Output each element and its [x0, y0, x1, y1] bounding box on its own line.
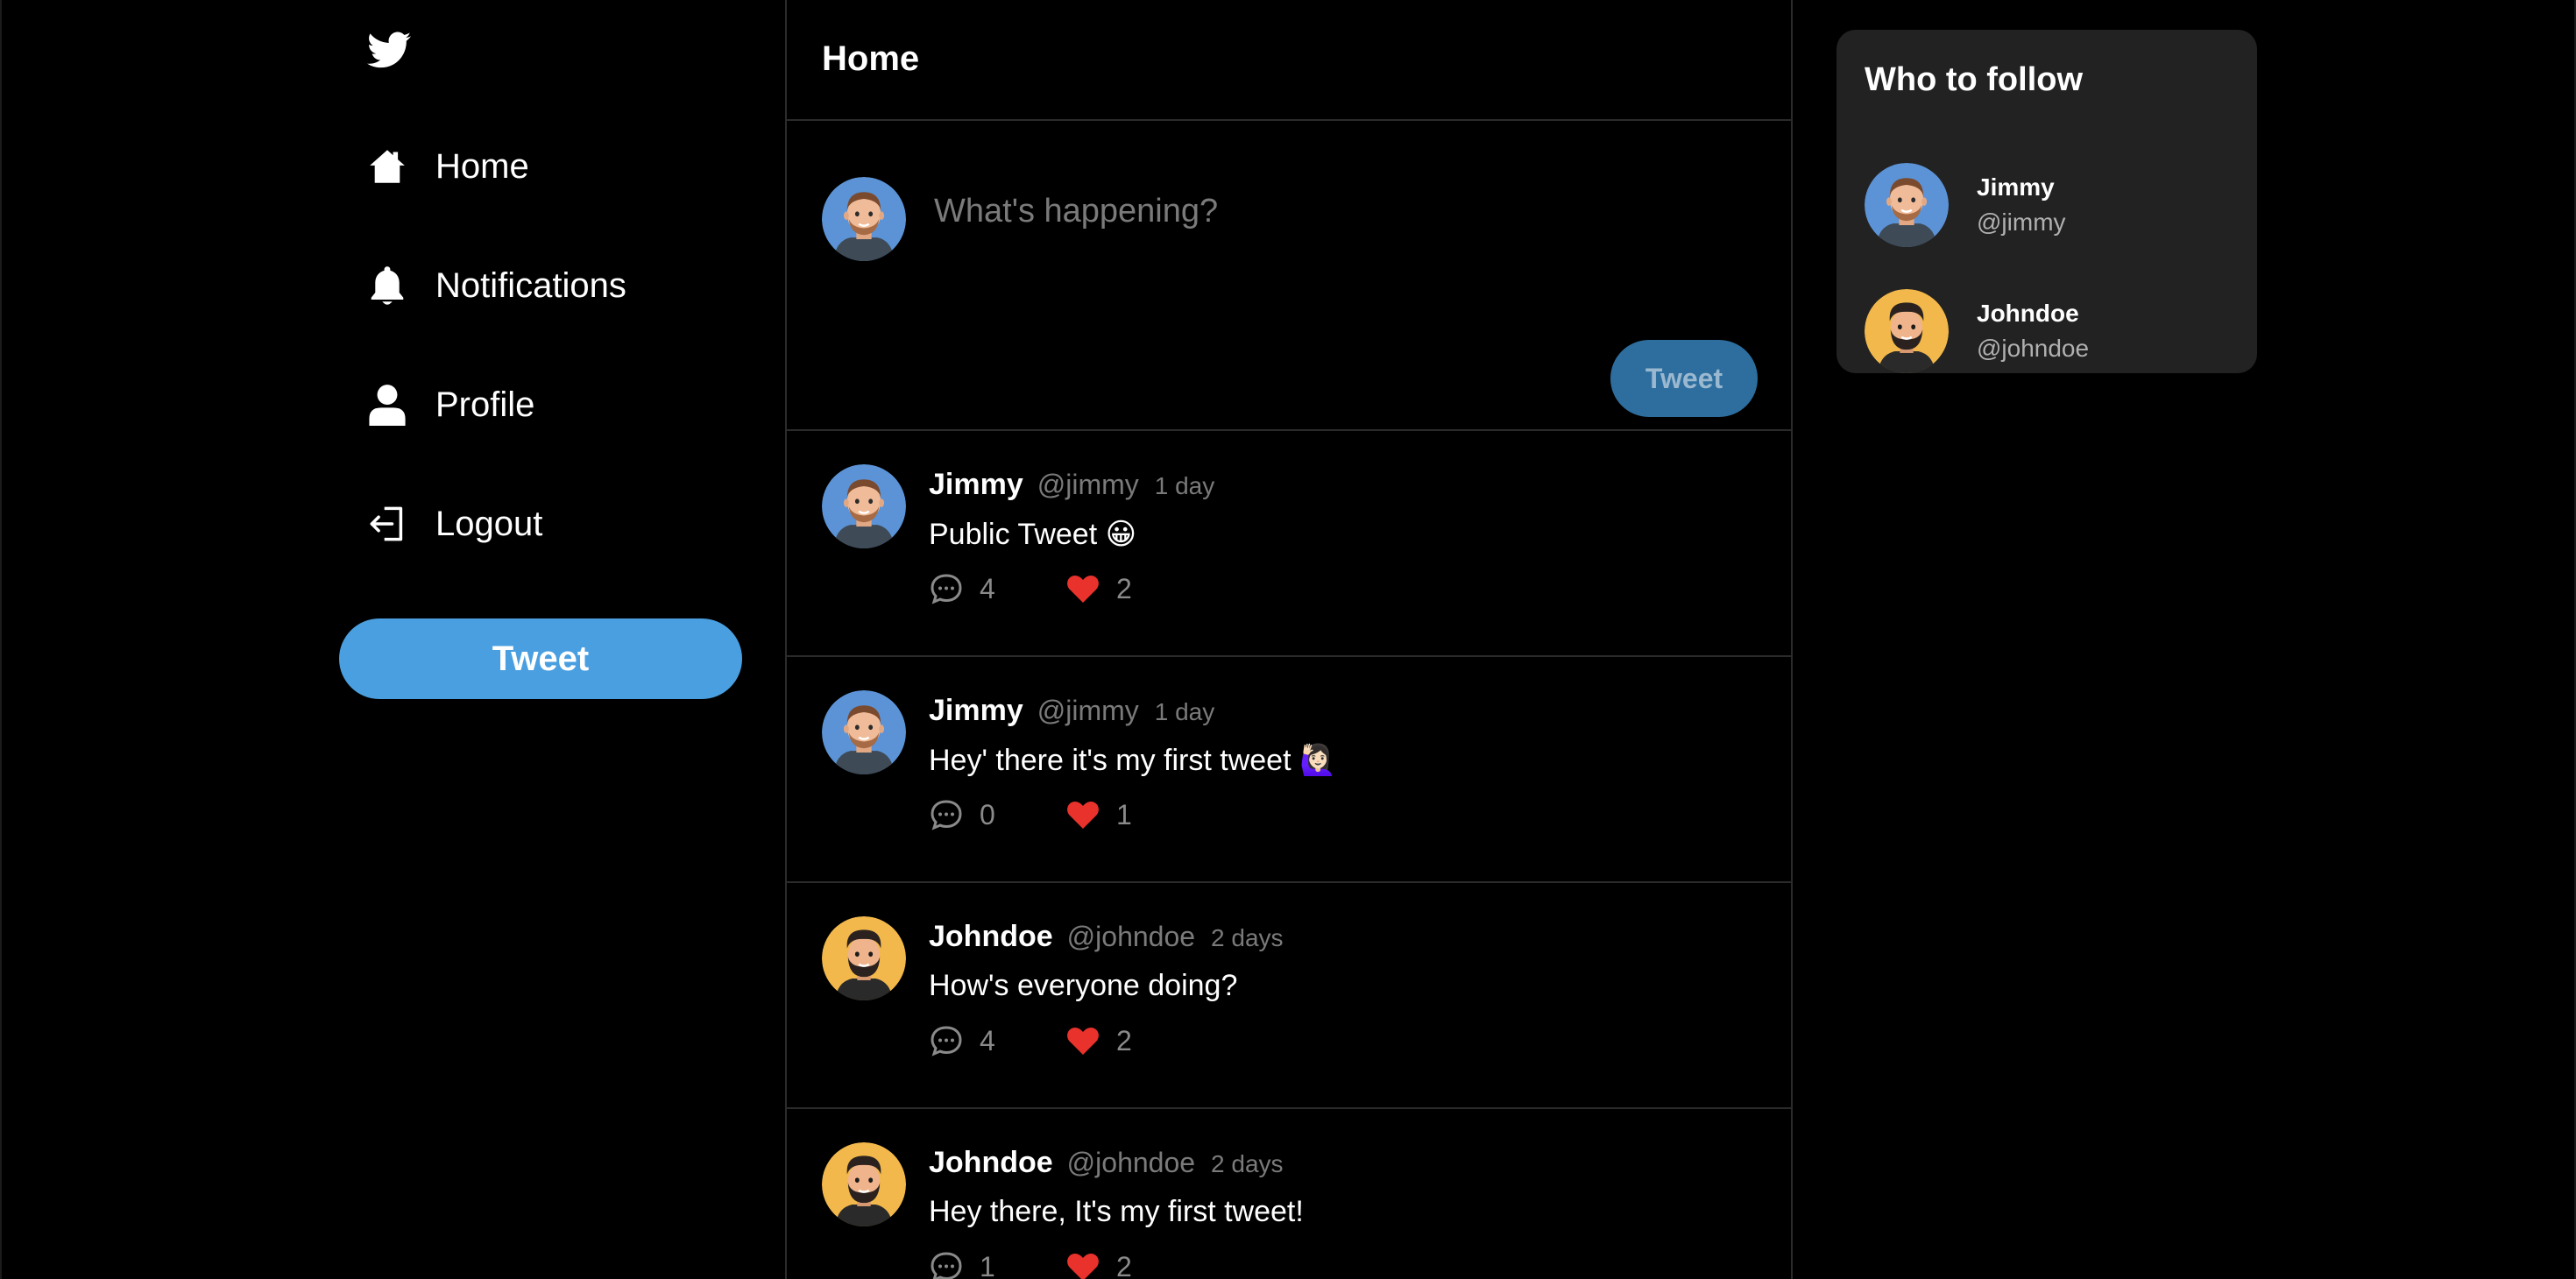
like-count: 1: [1116, 798, 1132, 830]
reply-icon: [929, 571, 964, 606]
user-icon: [367, 383, 407, 427]
sidebar-tweet-button[interactable]: Tweet: [339, 618, 742, 699]
app-window: Home Notifications Profile Logout Tweet …: [0, 0, 2576, 1279]
page-title: Home: [822, 39, 920, 78]
tweet-item[interactable]: Johndoe @johndoe 2 days How's everyone d…: [787, 883, 1791, 1109]
avatar[interactable]: [822, 916, 906, 1000]
avatar: [822, 177, 906, 261]
tweet-header: Johndoe @johndoe 2 days: [929, 920, 1284, 954]
sidebar-item-notifications[interactable]: Notifications: [367, 258, 626, 314]
follow-suggestion[interactable]: Jimmy @jimmy: [1865, 161, 2233, 249]
logout-icon: [367, 502, 407, 546]
reply-button[interactable]: 0: [929, 797, 1065, 832]
follow-handle: @jimmy: [1977, 208, 2066, 236]
tweet-author-name[interactable]: Johndoe: [929, 1146, 1053, 1180]
tweet-timestamp: 1 day: [1154, 698, 1215, 725]
reply-icon: [929, 1023, 964, 1058]
tweet-composer: Tweet: [787, 121, 1791, 431]
reply-button[interactable]: 1: [929, 1249, 1065, 1279]
reply-count: 4: [980, 572, 995, 604]
reply-icon: [929, 1249, 964, 1279]
tweet-timestamp: 2 days: [1211, 1150, 1284, 1177]
sidebar-item-logout[interactable]: Logout: [367, 496, 542, 552]
reply-icon: [929, 797, 964, 832]
heart-icon: [1065, 1023, 1100, 1058]
tweet-author-name[interactable]: Jimmy: [929, 694, 1023, 728]
feed-header: Home: [787, 0, 1791, 121]
sidebar-item-label: Notifications: [435, 265, 626, 305]
tweet-text: Public Tweet 😀: [929, 518, 1137, 551]
tweet-actions: 4 2: [929, 571, 1202, 606]
like-count: 2: [1116, 1024, 1132, 1056]
tweet-actions: 1 2: [929, 1249, 1202, 1279]
tweet-item[interactable]: Jimmy @jimmy 1 day Hey' there it's my fi…: [787, 657, 1791, 883]
sidebar-item-profile[interactable]: Profile: [367, 377, 534, 433]
follow-name: Jimmy: [1977, 173, 2055, 201]
like-button[interactable]: 2: [1065, 1249, 1202, 1279]
avatar[interactable]: [822, 690, 906, 774]
tweet-actions: 0 1: [929, 797, 1202, 832]
sidebar-item-label: Home: [435, 146, 529, 186]
follow-suggestion[interactable]: Johndoe @johndoe: [1865, 287, 2233, 375]
sidebar-item-home[interactable]: Home: [367, 138, 529, 194]
tweet-text: Hey there, It's my first tweet!: [929, 1195, 1304, 1228]
like-count: 2: [1116, 572, 1132, 604]
tweet-item[interactable]: Jimmy @jimmy 1 day Public Tweet 😀 4 2: [787, 431, 1791, 657]
panel-title: Who to follow: [1865, 61, 2084, 98]
avatar: [1865, 163, 1949, 247]
heart-icon: [1065, 571, 1100, 606]
sidebar-item-label: Logout: [435, 504, 543, 543]
who-to-follow-panel: Who to follow Jimmy @jimmy Johndoe @john…: [1836, 30, 2257, 373]
tweet-list: Jimmy @jimmy 1 day Public Tweet 😀 4 2 Ji…: [787, 431, 1791, 1279]
tweet-author-name[interactable]: Jimmy: [929, 468, 1023, 502]
tweet-header: Johndoe @johndoe 2 days: [929, 1146, 1284, 1180]
main-feed: Home Tweet Jimmy @jimmy 1 day Public Twe…: [785, 0, 1793, 1279]
avatar[interactable]: [822, 1142, 906, 1226]
tweet-actions: 4 2: [929, 1023, 1202, 1058]
follow-info: Johndoe @johndoe: [1977, 300, 2089, 363]
composer-tweet-button[interactable]: Tweet: [1610, 340, 1758, 417]
like-button[interactable]: 2: [1065, 1023, 1202, 1058]
tweet-header: Jimmy @jimmy 1 day: [929, 694, 1214, 728]
tweet-text: Hey' there it's my first tweet 🙋🏻‍♀️: [929, 744, 1337, 777]
like-count: 2: [1116, 1250, 1132, 1279]
reply-count: 1: [980, 1250, 995, 1279]
reply-button[interactable]: 4: [929, 1023, 1065, 1058]
home-icon: [367, 145, 407, 188]
reply-button[interactable]: 4: [929, 571, 1065, 606]
avatar[interactable]: [822, 464, 906, 548]
tweet-text: How's everyone doing?: [929, 969, 1238, 1002]
follow-name: Johndoe: [1977, 300, 2079, 327]
twitter-bird-icon[interactable]: [367, 32, 411, 70]
tweet-author-handle[interactable]: @jimmy: [1037, 695, 1139, 727]
reply-count: 4: [980, 1024, 995, 1056]
sidebar-item-label: Profile: [435, 385, 535, 424]
sidebar: Home Notifications Profile Logout Tweet: [339, 0, 744, 1279]
tweet-timestamp: 1 day: [1154, 472, 1215, 499]
compose-tweet-input[interactable]: [934, 193, 1723, 230]
follow-info: Jimmy @jimmy: [1977, 173, 2066, 237]
heart-icon: [1065, 797, 1100, 832]
follow-handle: @johndoe: [1977, 335, 2090, 362]
tweet-timestamp: 2 days: [1211, 924, 1284, 951]
heart-icon: [1065, 1249, 1100, 1279]
tweet-author-handle[interactable]: @johndoe: [1067, 921, 1195, 953]
tweet-item[interactable]: Johndoe @johndoe 2 days Hey there, It's …: [787, 1109, 1791, 1279]
like-button[interactable]: 2: [1065, 571, 1202, 606]
avatar: [1865, 289, 1949, 373]
tweet-header: Jimmy @jimmy 1 day: [929, 468, 1214, 502]
tweet-author-handle[interactable]: @johndoe: [1067, 1147, 1195, 1179]
tweet-author-handle[interactable]: @jimmy: [1037, 469, 1139, 501]
tweet-author-name[interactable]: Johndoe: [929, 920, 1053, 954]
like-button[interactable]: 1: [1065, 797, 1202, 832]
bell-icon: [367, 264, 407, 307]
reply-count: 0: [980, 798, 995, 830]
